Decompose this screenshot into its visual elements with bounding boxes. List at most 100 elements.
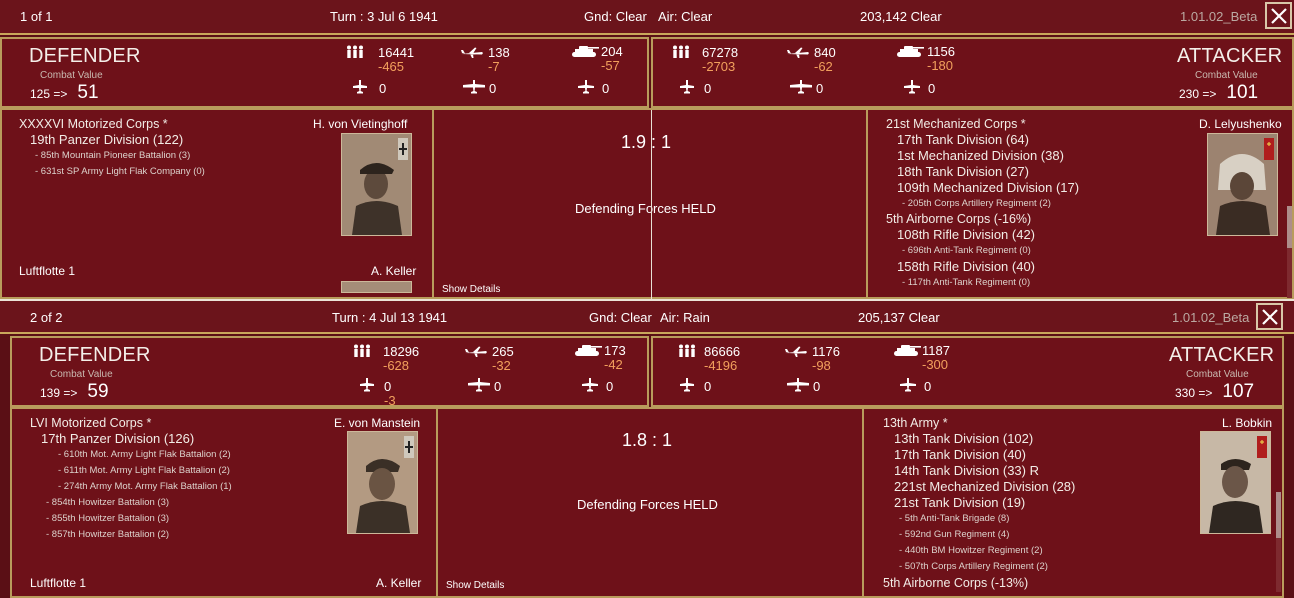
transport-icon <box>582 378 598 392</box>
combat-value-end: 107 <box>1222 381 1255 402</box>
tanks-stat: 204 -57 <box>570 44 650 84</box>
tanks-value: 173 <box>604 343 626 358</box>
unit-row[interactable]: 21st Tank Division (19) <box>883 495 1075 511</box>
air-hq-name: Luftflotte 1 <box>30 576 87 590</box>
bombers-value: 0 <box>494 379 502 394</box>
commander-portrait[interactable] <box>347 431 418 534</box>
air-commander-portrait[interactable] <box>341 281 412 293</box>
unit-row[interactable]: - 855th Howitzer Battalion (3) <box>30 511 232 527</box>
transports-stat: 0 <box>578 80 638 98</box>
commander-name: H. von Vietinghoff <box>313 117 408 131</box>
fighters-stat: 0 <box>680 80 740 98</box>
unit-list-scrollbar[interactable] <box>1276 492 1281 592</box>
air-commander-name: A. Keller <box>371 264 417 278</box>
close-button[interactable] <box>1256 303 1283 330</box>
close-button[interactable] <box>1265 2 1292 29</box>
unit-row[interactable]: 19th Panzer Division (122) <box>19 132 205 148</box>
unit-row[interactable]: 21st Mechanized Corps * <box>886 116 1079 132</box>
unit-row[interactable]: - 274th Army Mot. Army Flak Battalion (1… <box>30 479 232 495</box>
aircraft-value: 138 <box>488 45 510 60</box>
unit-row[interactable]: 158th Rifle Division (40) <box>886 259 1079 275</box>
unit-row[interactable]: - 592nd Gun Regiment (4) <box>883 527 1075 543</box>
commander-name: D. Lelyushenko <box>1199 117 1282 131</box>
unit-row[interactable]: 5th Airborne Corps (-16%) <box>886 211 1079 227</box>
aircraft-icon <box>464 346 488 358</box>
unit-row[interactable]: 14th Tank Division (33) R <box>883 463 1075 479</box>
unit-row[interactable]: 17th Tank Division (40) <box>883 447 1075 463</box>
men-loss: -2703 <box>702 59 736 74</box>
fighter-icon <box>680 378 694 392</box>
unit-row[interactable]: 17th Tank Division (64) <box>886 132 1079 148</box>
unit-row[interactable]: - 507th Corps Artillery Regiment (2) <box>883 559 1075 575</box>
unit-row[interactable]: 13th Army * <box>883 415 1075 431</box>
fighter-icon <box>680 80 694 94</box>
commander-portrait[interactable] <box>1207 133 1278 236</box>
unit-row[interactable]: 17th Panzer Division (126) <box>30 431 232 447</box>
combat-value-end: 59 <box>87 381 109 402</box>
unit-row[interactable]: - 611th Mot. Army Light Flak Battalion (… <box>30 463 232 479</box>
defender-title: DEFENDER <box>39 344 151 366</box>
unit-row[interactable]: - 85th Mountain Pioneer Battalion (3) <box>19 148 205 164</box>
combat-result-panel: 1.9 : 1 Defending Forces HELD Show Detai… <box>434 108 866 299</box>
fighters-stat: 0 <box>353 80 413 98</box>
commander-portrait[interactable] <box>1200 431 1271 534</box>
show-details-link[interactable]: Show Details <box>446 580 504 591</box>
scrollbar-thumb[interactable] <box>1276 492 1281 538</box>
ground-weather: Gnd: Clear <box>589 310 652 325</box>
unit-row[interactable]: - 696th Anti-Tank Regiment (0) <box>886 243 1079 259</box>
iron-cross-flag-icon <box>398 138 408 160</box>
fighters-value: 0 <box>704 379 712 394</box>
unit-row[interactable]: - 205th Corps Artillery Regiment (2) <box>886 196 1079 211</box>
aircraft-stat: 840 -62 <box>786 45 866 85</box>
transports-value: 0 <box>924 379 932 394</box>
unit-row[interactable]: 1st Mechanized Division (38) <box>886 148 1079 164</box>
unit-row[interactable]: 5th Airborne Corps (-13%) <box>883 575 1075 591</box>
men-icon <box>353 344 371 358</box>
unit-row[interactable]: - 857th Howitzer Battalion (2) <box>30 527 232 543</box>
fighters-stat: 0 -3 <box>360 378 420 408</box>
men-stat: 67278 -2703 <box>672 45 752 85</box>
men-icon <box>678 344 696 358</box>
unit-row[interactable]: - 117th Anti-Tank Regiment (0) <box>886 275 1079 291</box>
tanks-stat: 1156 -180 <box>895 44 975 84</box>
tanks-loss: -42 <box>604 357 623 372</box>
combat-result-panel: 1.8 : 1 Defending Forces HELD Show Detai… <box>438 407 862 598</box>
unit-row[interactable]: 109th Mechanized Division (17) <box>886 180 1079 196</box>
bomber-icon <box>468 378 490 392</box>
tank-icon <box>895 44 925 58</box>
unit-row[interactable]: - 854th Howitzer Battalion (3) <box>30 495 232 511</box>
scrollbar-thumb[interactable] <box>1287 206 1292 248</box>
aircraft-value: 1176 <box>812 344 840 359</box>
iron-cross-flag-icon <box>404 436 414 458</box>
unit-row[interactable]: XXXXVI Motorized Corps * <box>19 116 205 132</box>
commander-name: L. Bobkin <box>1222 416 1273 430</box>
men-value: 86666 <box>704 344 741 359</box>
combat-result: Defending Forces HELD <box>575 201 716 216</box>
transport-icon <box>900 378 916 392</box>
unit-row[interactable]: 18th Tank Division (27) <box>886 164 1079 180</box>
unit-row[interactable]: - 631st SP Army Light Flak Company (0) <box>19 164 205 180</box>
unit-row[interactable]: 13th Tank Division (102) <box>883 431 1075 447</box>
attacker-detail: 21st Mechanized Corps * 17th Tank Divisi… <box>866 108 1294 299</box>
unit-row[interactable]: LVI Motorized Corps * <box>30 415 232 431</box>
unit-row[interactable]: 221st Mechanized Division (28) <box>883 479 1075 495</box>
soviet-flag-icon <box>1257 436 1267 458</box>
commander-portrait[interactable] <box>341 133 412 236</box>
bomber-icon <box>787 378 809 392</box>
unit-row[interactable]: 108th Rifle Division (42) <box>886 227 1079 243</box>
unit-row[interactable]: - 610th Mot. Army Light Flak Battalion (… <box>30 447 232 463</box>
men-value: 16441 <box>378 45 415 60</box>
unit-row[interactable]: - 5th Anti-Tank Brigade (8) <box>883 511 1075 527</box>
tanks-value: 1187 <box>922 343 950 358</box>
fighter-icon <box>360 378 374 392</box>
tanks-loss: -57 <box>601 58 620 73</box>
defender-unit-list: XXXXVI Motorized Corps * 19th Panzer Div… <box>19 116 205 180</box>
tanks-value: 204 <box>601 44 623 59</box>
show-details-link[interactable]: Show Details <box>442 284 500 295</box>
unit-row[interactable]: - 440th BM Howitzer Regiment (2) <box>883 543 1075 559</box>
combat-value-end: 51 <box>77 82 99 103</box>
defender-summary: DEFENDER Combat Value 125 => 51 16441 -46… <box>0 37 649 108</box>
men-icon <box>346 45 364 59</box>
unit-list-scrollbar[interactable] <box>1287 206 1292 298</box>
tanks-loss: -180 <box>927 58 954 73</box>
